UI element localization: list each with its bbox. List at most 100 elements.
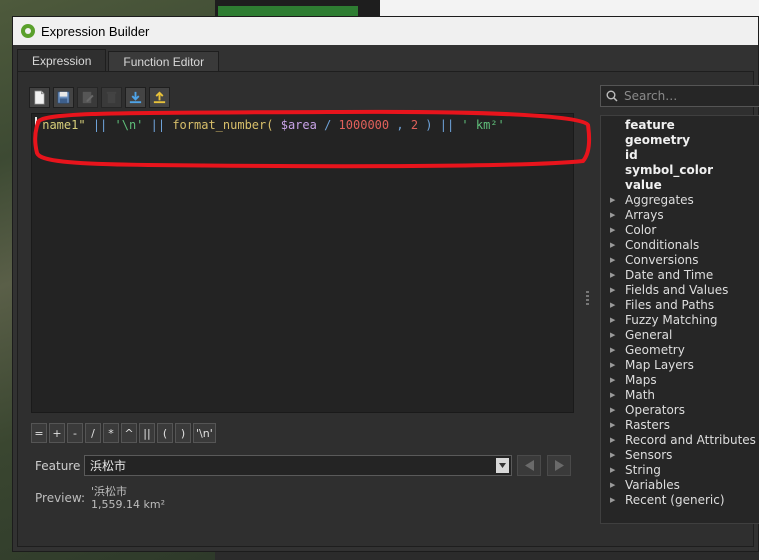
preview-label: Preview: <box>35 491 86 505</box>
previous-feature-button[interactable] <box>517 455 541 476</box>
expression-editor[interactable]: "name1" || '\n' || format_number( $area … <box>31 113 574 413</box>
function-tree-label: Conditionals <box>625 238 700 252</box>
function-tree-item[interactable]: id <box>601 148 759 163</box>
function-tree-item[interactable]: geometry <box>601 133 759 148</box>
function-tree-item[interactable]: ▶ Math <box>601 388 759 403</box>
expression-token: ) <box>418 118 440 132</box>
function-tree-item[interactable]: ▶ Variables <box>601 478 759 493</box>
expand-triangle-icon[interactable]: ▶ <box>610 268 615 283</box>
function-tree-item[interactable]: ▶ Color <box>601 223 759 238</box>
function-tree-item[interactable]: ▶ Arrays <box>601 208 759 223</box>
function-tree-item[interactable]: ▶ Geometry <box>601 343 759 358</box>
expand-triangle-icon[interactable]: ▶ <box>610 478 615 493</box>
function-tree-item[interactable]: ▶ Conditionals <box>601 238 759 253</box>
function-tree-item[interactable]: ▶ Fields and Values <box>601 283 759 298</box>
feature-select[interactable]: 浜松市 <box>84 455 512 476</box>
expand-triangle-icon[interactable]: ▶ <box>610 208 615 223</box>
function-tree-item[interactable]: ▶ Fuzzy Matching <box>601 313 759 328</box>
function-search[interactable] <box>600 85 759 107</box>
expand-triangle-icon[interactable]: ▶ <box>610 253 615 268</box>
function-search-input[interactable] <box>624 89 744 103</box>
save-expression-button[interactable] <box>53 87 74 108</box>
expand-triangle-icon[interactable]: ▶ <box>610 433 615 448</box>
expand-triangle-icon[interactable]: ▶ <box>610 238 615 253</box>
operator-equals-button[interactable]: = <box>31 423 47 443</box>
expression-code-line: "name1" || '\n' || format_number( $area … <box>35 117 505 133</box>
expression-token: || <box>150 118 166 132</box>
operator-minus-button[interactable]: - <box>67 423 83 443</box>
export-expression-button[interactable] <box>149 87 170 108</box>
function-tree-item[interactable]: ▶ Recent (generic) <box>601 493 759 508</box>
edit-icon <box>82 91 94 104</box>
expression-token <box>273 118 280 132</box>
function-tree[interactable]: feature geometry id symbol_color value ▶ Aggre… <box>600 115 759 524</box>
import-expression-button[interactable] <box>125 87 146 108</box>
triangle-left-icon <box>524 460 534 471</box>
expand-triangle-icon[interactable]: ▶ <box>610 463 615 478</box>
operator-open-paren-button[interactable]: ( <box>157 423 173 443</box>
function-tree-item[interactable]: ▶ Aggregates <box>601 193 759 208</box>
function-tree-item[interactable]: feature <box>601 118 759 133</box>
export-icon <box>153 91 166 104</box>
expand-triangle-icon[interactable]: ▶ <box>610 493 615 508</box>
function-tree-label: Conversions <box>625 253 699 267</box>
window-title: Expression Builder <box>41 23 150 39</box>
expand-triangle-icon[interactable]: ▶ <box>610 223 615 238</box>
operator-plus-button[interactable]: + <box>49 423 65 443</box>
tab-expression[interactable]: Expression <box>17 49 107 72</box>
delete-icon <box>106 91 117 104</box>
next-feature-button[interactable] <box>547 455 571 476</box>
function-tree-item[interactable]: ▶ Operators <box>601 403 759 418</box>
function-tree-item[interactable]: ▶ Rasters <box>601 418 759 433</box>
function-tree-item[interactable]: ▶ Record and Attributes <box>601 433 759 448</box>
function-tree-item[interactable]: ▶ String <box>601 463 759 478</box>
edit-expression-button[interactable] <box>77 87 98 108</box>
expand-triangle-icon[interactable]: ▶ <box>610 358 615 373</box>
operator-close-paren-button[interactable]: ) <box>175 423 191 443</box>
function-tree-item[interactable]: value <box>601 178 759 193</box>
expand-triangle-icon[interactable]: ▶ <box>610 403 615 418</box>
function-tree-label: value <box>625 178 662 192</box>
operator-multiply-button[interactable]: * <box>103 423 119 443</box>
expand-triangle-icon[interactable]: ▶ <box>610 328 615 343</box>
operator-divide-button[interactable]: / <box>85 423 101 443</box>
expand-triangle-icon[interactable]: ▶ <box>610 283 615 298</box>
chevron-down-icon[interactable] <box>496 458 509 473</box>
splitter-handle[interactable] <box>586 291 589 307</box>
delete-expression-button[interactable] <box>101 87 122 108</box>
preview-line-2: 1,559.14 km² <box>91 498 165 511</box>
expand-triangle-icon[interactable]: ▶ <box>610 373 615 388</box>
expression-token: 1000000 <box>338 118 390 132</box>
expand-triangle-icon[interactable]: ▶ <box>610 298 615 313</box>
function-tree-label: Rasters <box>625 418 670 432</box>
operator-power-button[interactable]: ^ <box>121 423 137 443</box>
function-tree-item[interactable]: ▶ General <box>601 328 759 343</box>
expression-token <box>143 118 150 132</box>
qgis-logo-icon <box>21 24 35 38</box>
expand-triangle-icon[interactable]: ▶ <box>610 343 615 358</box>
expression-token: $area <box>280 118 317 132</box>
tab-function-editor[interactable]: Function Editor <box>108 51 220 72</box>
function-tree-item[interactable]: ▶ Maps <box>601 373 759 388</box>
function-tree-item[interactable]: ▶ Map Layers <box>601 358 759 373</box>
operator-newline-button[interactable]: '\n' <box>193 423 216 443</box>
function-tree-label: Recent (generic) <box>625 493 725 507</box>
new-expression-button[interactable] <box>29 87 50 108</box>
expand-triangle-icon[interactable]: ▶ <box>610 418 615 433</box>
function-tree-label: Arrays <box>625 208 664 222</box>
title-bar[interactable]: Expression Builder <box>13 17 758 45</box>
tab-bar: Expression Function Editor <box>17 49 220 72</box>
operator-concat-button[interactable]: || <box>139 423 155 443</box>
function-tree-item[interactable]: ▶ Files and Paths <box>601 298 759 313</box>
expand-triangle-icon[interactable]: ▶ <box>610 388 615 403</box>
function-tree-item[interactable]: ▶ Date and Time <box>601 268 759 283</box>
function-tree-label: Operators <box>625 403 685 417</box>
text-cursor <box>35 117 37 133</box>
function-tree-item[interactable]: ▶ Conversions <box>601 253 759 268</box>
expand-triangle-icon[interactable]: ▶ <box>610 448 615 463</box>
function-tree-item[interactable]: symbol_color <box>601 163 759 178</box>
function-tree-item[interactable]: ▶ Sensors <box>601 448 759 463</box>
expand-triangle-icon[interactable]: ▶ <box>610 193 615 208</box>
expand-triangle-icon[interactable]: ▶ <box>610 313 615 328</box>
function-tree-label: Files and Paths <box>625 298 715 312</box>
